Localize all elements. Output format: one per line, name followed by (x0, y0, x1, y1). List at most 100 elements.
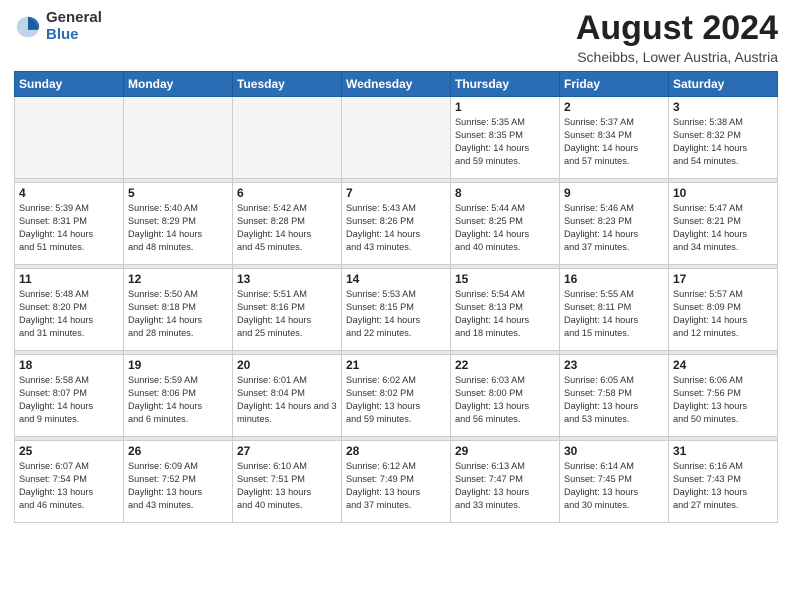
month-year-title: August 2024 (576, 10, 778, 47)
col-monday: Monday (124, 72, 233, 97)
day-info: Sunrise: 5:50 AM Sunset: 8:18 PM Dayligh… (128, 288, 228, 340)
day-info: Sunrise: 6:02 AM Sunset: 8:02 PM Dayligh… (346, 374, 446, 426)
calendar-cell (124, 97, 233, 179)
calendar-cell: 11Sunrise: 5:48 AM Sunset: 8:20 PM Dayli… (15, 269, 124, 351)
day-info: Sunrise: 6:07 AM Sunset: 7:54 PM Dayligh… (19, 460, 119, 512)
calendar-cell: 22 Sunrise: 6:03 AM Sunset: 8:00 PM Dayli… (451, 355, 560, 437)
day-info: Sunrise: 6:01 AM Sunset: 8:04 PM Dayligh… (237, 374, 337, 426)
calendar-cell: 10 Sunrise: 5:47 AM Sunset: 8:21 PM Dayli… (669, 183, 778, 265)
calendar-cell: 7Sunrise: 5:43 AM Sunset: 8:26 PM Daylig… (342, 183, 451, 265)
col-saturday: Saturday (669, 72, 778, 97)
logo: General Blue (14, 10, 102, 43)
day-info: Sunrise: 5:51 AM Sunset: 8:16 PM Dayligh… (237, 288, 337, 340)
day-number: 12 (128, 272, 228, 286)
day-number: 24 (673, 358, 773, 372)
header: General Blue August 2024 Scheibbs, Lower… (14, 10, 778, 65)
day-info: Sunrise: 5:53 AM Sunset: 8:15 PM Dayligh… (346, 288, 446, 340)
day-number: 18 (19, 358, 119, 372)
logo-general-text: General (46, 10, 102, 27)
day-number: 23 (564, 358, 664, 372)
logo-blue-text: Blue (46, 27, 102, 44)
day-number: 2 (564, 100, 664, 114)
col-tuesday: Tuesday (233, 72, 342, 97)
day-info: Sunrise: 5:37 AM Sunset: 8:34 PM Dayligh… (564, 116, 664, 168)
day-number: 5 (128, 186, 228, 200)
day-number: 13 (237, 272, 337, 286)
week-row-4: 18Sunrise: 5:58 AM Sunset: 8:07 PM Dayli… (15, 355, 778, 437)
calendar-cell: 5Sunrise: 5:40 AM Sunset: 8:29 PM Daylig… (124, 183, 233, 265)
logo-text: General Blue (46, 10, 102, 43)
day-info: Sunrise: 6:05 AM Sunset: 7:58 PM Dayligh… (564, 374, 664, 426)
day-info: Sunrise: 5:54 AM Sunset: 8:13 PM Dayligh… (455, 288, 555, 340)
day-info: Sunrise: 5:39 AM Sunset: 8:31 PM Dayligh… (19, 202, 119, 254)
day-number: 19 (128, 358, 228, 372)
day-number: 1 (455, 100, 555, 114)
calendar-cell: 29 Sunrise: 6:13 AM Sunset: 7:47 PM Dayli… (451, 441, 560, 523)
calendar-cell: 23 Sunrise: 6:05 AM Sunset: 7:58 PM Dayli… (560, 355, 669, 437)
week-row-2: 4 Sunrise: 5:39 AM Sunset: 8:31 PM Daylig… (15, 183, 778, 265)
day-number: 25 (19, 444, 119, 458)
col-thursday: Thursday (451, 72, 560, 97)
calendar-cell: 8 Sunrise: 5:44 AM Sunset: 8:25 PM Daylig… (451, 183, 560, 265)
day-info: Sunrise: 5:47 AM Sunset: 8:21 PM Dayligh… (673, 202, 773, 254)
calendar-cell: 9Sunrise: 5:46 AM Sunset: 8:23 PM Daylig… (560, 183, 669, 265)
day-number: 30 (564, 444, 664, 458)
day-info: Sunrise: 6:12 AM Sunset: 7:49 PM Dayligh… (346, 460, 446, 512)
location-subtitle: Scheibbs, Lower Austria, Austria (576, 49, 778, 65)
calendar-cell: 20Sunrise: 6:01 AM Sunset: 8:04 PM Dayli… (233, 355, 342, 437)
calendar-cell: 17Sunrise: 5:57 AM Sunset: 8:09 PM Dayli… (669, 269, 778, 351)
day-number: 8 (455, 186, 555, 200)
calendar-cell: 21Sunrise: 6:02 AM Sunset: 8:02 PM Dayli… (342, 355, 451, 437)
day-number: 10 (673, 186, 773, 200)
calendar-table: Sunday Monday Tuesday Wednesday Thursday… (14, 71, 778, 523)
day-info: Sunrise: 5:44 AM Sunset: 8:25 PM Dayligh… (455, 202, 555, 254)
calendar-cell: 31 Sunrise: 6:16 AM Sunset: 7:43 PM Dayli… (669, 441, 778, 523)
calendar-cell: 4 Sunrise: 5:39 AM Sunset: 8:31 PM Daylig… (15, 183, 124, 265)
calendar-cell: 12 Sunrise: 5:50 AM Sunset: 8:18 PM Dayli… (124, 269, 233, 351)
calendar-cell: 6 Sunrise: 5:42 AM Sunset: 8:28 PM Daylig… (233, 183, 342, 265)
title-block: August 2024 Scheibbs, Lower Austria, Aus… (576, 10, 778, 65)
day-info: Sunrise: 6:10 AM Sunset: 7:51 PM Dayligh… (237, 460, 337, 512)
calendar-cell: 15 Sunrise: 5:54 AM Sunset: 8:13 PM Dayli… (451, 269, 560, 351)
day-info: Sunrise: 6:16 AM Sunset: 7:43 PM Dayligh… (673, 460, 773, 512)
calendar-cell: 1 Sunrise: 5:35 AM Sunset: 8:35 PM Daylig… (451, 97, 560, 179)
calendar-cell: 24 Sunrise: 6:06 AM Sunset: 7:56 PM Dayli… (669, 355, 778, 437)
day-info: Sunrise: 6:09 AM Sunset: 7:52 PM Dayligh… (128, 460, 228, 512)
day-info: Sunrise: 6:14 AM Sunset: 7:45 PM Dayligh… (564, 460, 664, 512)
calendar-cell: 3Sunrise: 5:38 AM Sunset: 8:32 PM Daylig… (669, 97, 778, 179)
day-number: 29 (455, 444, 555, 458)
page-container: General Blue August 2024 Scheibbs, Lower… (0, 0, 792, 529)
logo-icon (14, 13, 42, 41)
calendar-cell: 13 Sunrise: 5:51 AM Sunset: 8:16 PM Dayli… (233, 269, 342, 351)
calendar-cell: 2 Sunrise: 5:37 AM Sunset: 8:34 PM Daylig… (560, 97, 669, 179)
day-info: Sunrise: 6:06 AM Sunset: 7:56 PM Dayligh… (673, 374, 773, 426)
calendar-cell: 27Sunrise: 6:10 AM Sunset: 7:51 PM Dayli… (233, 441, 342, 523)
calendar-cell: 30 Sunrise: 6:14 AM Sunset: 7:45 PM Dayli… (560, 441, 669, 523)
col-sunday: Sunday (15, 72, 124, 97)
week-row-3: 11Sunrise: 5:48 AM Sunset: 8:20 PM Dayli… (15, 269, 778, 351)
day-info: Sunrise: 5:57 AM Sunset: 8:09 PM Dayligh… (673, 288, 773, 340)
day-info: Sunrise: 6:13 AM Sunset: 7:47 PM Dayligh… (455, 460, 555, 512)
day-number: 15 (455, 272, 555, 286)
day-number: 16 (564, 272, 664, 286)
calendar-cell: 14 Sunrise: 5:53 AM Sunset: 8:15 PM Dayli… (342, 269, 451, 351)
week-row-5: 25 Sunrise: 6:07 AM Sunset: 7:54 PM Dayli… (15, 441, 778, 523)
day-number: 3 (673, 100, 773, 114)
col-friday: Friday (560, 72, 669, 97)
day-number: 14 (346, 272, 446, 286)
day-info: Sunrise: 5:42 AM Sunset: 8:28 PM Dayligh… (237, 202, 337, 254)
day-number: 4 (19, 186, 119, 200)
calendar-cell (15, 97, 124, 179)
day-number: 31 (673, 444, 773, 458)
calendar-cell: 16 Sunrise: 5:55 AM Sunset: 8:11 PM Dayli… (560, 269, 669, 351)
day-number: 6 (237, 186, 337, 200)
day-info: Sunrise: 5:43 AM Sunset: 8:26 PM Dayligh… (346, 202, 446, 254)
day-info: Sunrise: 5:35 AM Sunset: 8:35 PM Dayligh… (455, 116, 555, 168)
calendar-cell: 19Sunrise: 5:59 AM Sunset: 8:06 PM Dayli… (124, 355, 233, 437)
calendar-header-row: Sunday Monday Tuesday Wednesday Thursday… (15, 72, 778, 97)
day-info: Sunrise: 5:55 AM Sunset: 8:11 PM Dayligh… (564, 288, 664, 340)
day-number: 11 (19, 272, 119, 286)
day-info: Sunrise: 6:03 AM Sunset: 8:00 PM Dayligh… (455, 374, 555, 426)
day-number: 22 (455, 358, 555, 372)
day-number: 28 (346, 444, 446, 458)
